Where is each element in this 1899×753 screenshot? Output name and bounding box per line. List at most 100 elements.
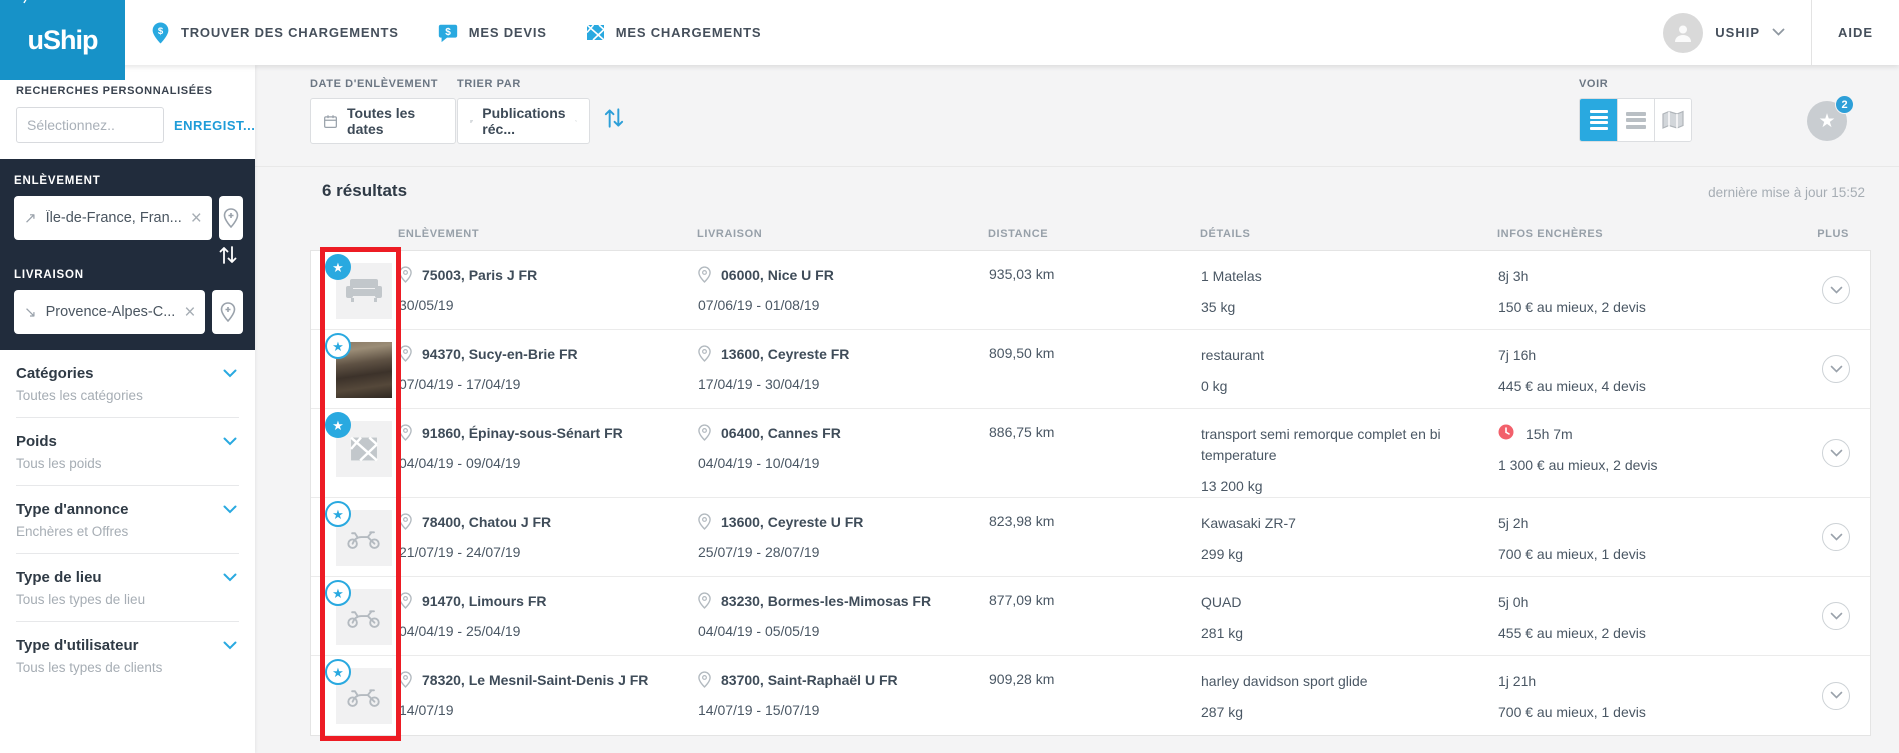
thumbnail[interactable]: ★ xyxy=(336,263,392,319)
location-pin-icon xyxy=(399,592,412,609)
urgent-clock-icon xyxy=(1498,424,1514,440)
delivery-location: 83230, Bormes-les-Mimosas FR xyxy=(721,592,931,610)
date-filter-value: Toutes les dates xyxy=(347,105,443,137)
watch-star-badge[interactable]: ★ xyxy=(325,254,351,280)
list-view-icon xyxy=(1590,110,1608,130)
chevron-down-icon xyxy=(1830,365,1843,374)
pickup-location: 75003, Paris J FR xyxy=(422,266,537,284)
pickup-location-input[interactable]: ↗ Île-de-France, Fran... × xyxy=(14,196,212,240)
location-pin-icon xyxy=(698,513,711,530)
table-row[interactable]: ★ 94370, Sucy-en-Brie FR 07/04/19 - 17/0… xyxy=(311,330,1870,409)
expand-row-button[interactable] xyxy=(1822,439,1850,467)
filter-poids[interactable]: Poids Tous les poids xyxy=(16,418,239,486)
filter-type-annonce[interactable]: Type d'annonce Enchères et Offres xyxy=(16,486,239,554)
nav-item-mes-devis[interactable]: $ MES DEVIS xyxy=(437,22,547,44)
star-icon: ★ xyxy=(332,587,344,600)
header-details: DÉTAILS xyxy=(1200,228,1497,240)
view-rows-button[interactable] xyxy=(1617,99,1654,141)
filter-type-utilisateur[interactable]: Type d'utilisateur Tous les types de cli… xyxy=(16,622,239,689)
pickup-dates: 14/07/19 xyxy=(399,702,698,718)
rows-view-icon xyxy=(1626,112,1646,129)
pin-plus-icon xyxy=(217,301,239,323)
watched-shipments-button[interactable]: ★ 2 xyxy=(1807,101,1847,141)
expand-row-button[interactable] xyxy=(1822,602,1850,630)
shipment-weight: 281 kg xyxy=(1201,623,1468,644)
thumbnail[interactable]: ★ xyxy=(336,668,392,724)
swap-arrows-icon xyxy=(217,243,239,267)
date-filter-select[interactable]: Toutes les dates xyxy=(310,98,456,144)
saved-search-select[interactable] xyxy=(16,107,164,143)
watch-star-badge[interactable]: ★ xyxy=(325,580,351,606)
filter-value: Toutes les catégories xyxy=(16,388,239,403)
delivery-label: LIVRAISON xyxy=(14,269,243,281)
crate-icon xyxy=(585,22,606,43)
chevron-down-icon xyxy=(1830,449,1843,458)
user-menu[interactable]: USHIP xyxy=(1663,13,1785,53)
pickup-dates: 04/04/19 - 09/04/19 xyxy=(399,455,698,471)
nav-item-mes-chargements[interactable]: MES CHARGEMENTS xyxy=(585,22,762,43)
watch-star-badge[interactable]: ★ xyxy=(325,501,351,527)
last-update: dernière mise à jour 15:52 xyxy=(1708,185,1865,200)
motorcycle-icon xyxy=(345,604,383,630)
watch-star-badge[interactable]: ★ xyxy=(325,412,351,438)
expand-row-button[interactable] xyxy=(1822,682,1850,710)
thumbnail[interactable]: ★ xyxy=(336,342,392,398)
table-row[interactable]: ★ 78320, Le Mesnil-Saint-Denis J FR xyxy=(311,656,1870,735)
help-button[interactable]: AIDE xyxy=(1811,0,1899,65)
delivery-dates: 07/06/19 - 01/08/19 xyxy=(698,297,989,313)
uship-logo[interactable]: uShip ➚ xyxy=(0,0,125,80)
table-row[interactable]: ★ 91860, Épinay-sous-Sénart FR 04/04/19 xyxy=(311,409,1870,498)
pickup-map-pin-button[interactable] xyxy=(219,196,243,240)
swap-locations-button[interactable] xyxy=(217,243,239,267)
filter-categories[interactable]: Catégories Toutes les catégories xyxy=(16,350,239,418)
chevron-down-icon xyxy=(1830,533,1843,542)
shipment-description: restaurant xyxy=(1201,345,1468,366)
thumbnail[interactable]: ★ xyxy=(336,589,392,645)
results-rows: ★ 75003, Paris J FR xyxy=(310,250,1871,736)
expand-row-button[interactable] xyxy=(1822,523,1850,551)
filter-value: Tous les types de clients xyxy=(16,660,239,675)
shipment-weight: 13 200 kg xyxy=(1201,476,1468,497)
location-pin-icon xyxy=(698,345,711,362)
delivery-location-input[interactable]: ↘ Provence-Alpes-C... × xyxy=(14,290,205,334)
delivery-dates: 17/04/19 - 30/04/19 xyxy=(698,376,989,392)
save-search-button[interactable]: ENREGIST... xyxy=(174,118,255,133)
expand-row-button[interactable] xyxy=(1822,276,1850,304)
pickup-dates: 07/04/19 - 17/04/19 xyxy=(399,376,698,392)
chevron-down-icon xyxy=(223,505,237,514)
sort-select[interactable]: Publications réc... xyxy=(457,98,590,144)
thumbnail[interactable]: ★ xyxy=(336,510,392,566)
sort-lines-icon xyxy=(470,115,473,128)
time-left: 8j 3h xyxy=(1498,266,1528,287)
help-label: AIDE xyxy=(1838,25,1873,40)
table-row[interactable]: ★ 75003, Paris J FR xyxy=(311,251,1870,330)
table-row[interactable]: ★ 91470, Limours FR 04/04/19 xyxy=(311,577,1870,656)
avatar xyxy=(1663,13,1703,53)
view-list-button[interactable] xyxy=(1580,99,1617,141)
table-header: ENLÈVEMENT LIVRAISON DISTANCE DÉTAILS IN… xyxy=(310,212,1871,250)
view-map-button[interactable] xyxy=(1654,99,1691,141)
svg-text:$: $ xyxy=(445,26,451,37)
clear-delivery-button[interactable]: × xyxy=(184,303,195,322)
delivery-map-pin-button[interactable] xyxy=(212,290,243,334)
watch-star-badge[interactable]: ★ xyxy=(325,333,351,359)
sort-direction-button[interactable] xyxy=(602,105,626,136)
star-icon: ★ xyxy=(332,666,344,679)
chevron-down-icon xyxy=(575,117,577,125)
shipment-weight: 35 kg xyxy=(1201,297,1468,318)
thumbnail[interactable]: ★ xyxy=(336,421,392,477)
location-pin-icon xyxy=(698,671,711,688)
bid-summary: 150 € au mieux, 2 devis xyxy=(1498,297,1781,318)
filter-value: Enchères et Offres xyxy=(16,524,239,539)
delivery-location: 06400, Cannes FR xyxy=(721,424,841,442)
location-pin-icon xyxy=(399,424,412,441)
clear-pickup-button[interactable]: × xyxy=(191,209,202,228)
filter-type-lieu[interactable]: Type de lieu Tous les types de lieu xyxy=(16,554,239,622)
pickup-label: ENLÈVEMENT xyxy=(14,175,243,187)
expand-row-button[interactable] xyxy=(1822,355,1850,383)
location-pin-icon xyxy=(698,424,711,441)
watch-star-badge[interactable]: ★ xyxy=(325,659,351,685)
delivery-dates: 25/07/19 - 28/07/19 xyxy=(698,544,989,560)
table-row[interactable]: ★ 78400, Chatou J FR 21/07/1 xyxy=(311,498,1870,577)
nav-item-trouver-des-chargements[interactable]: $ TROUVER DES CHARGEMENTS xyxy=(150,21,399,45)
